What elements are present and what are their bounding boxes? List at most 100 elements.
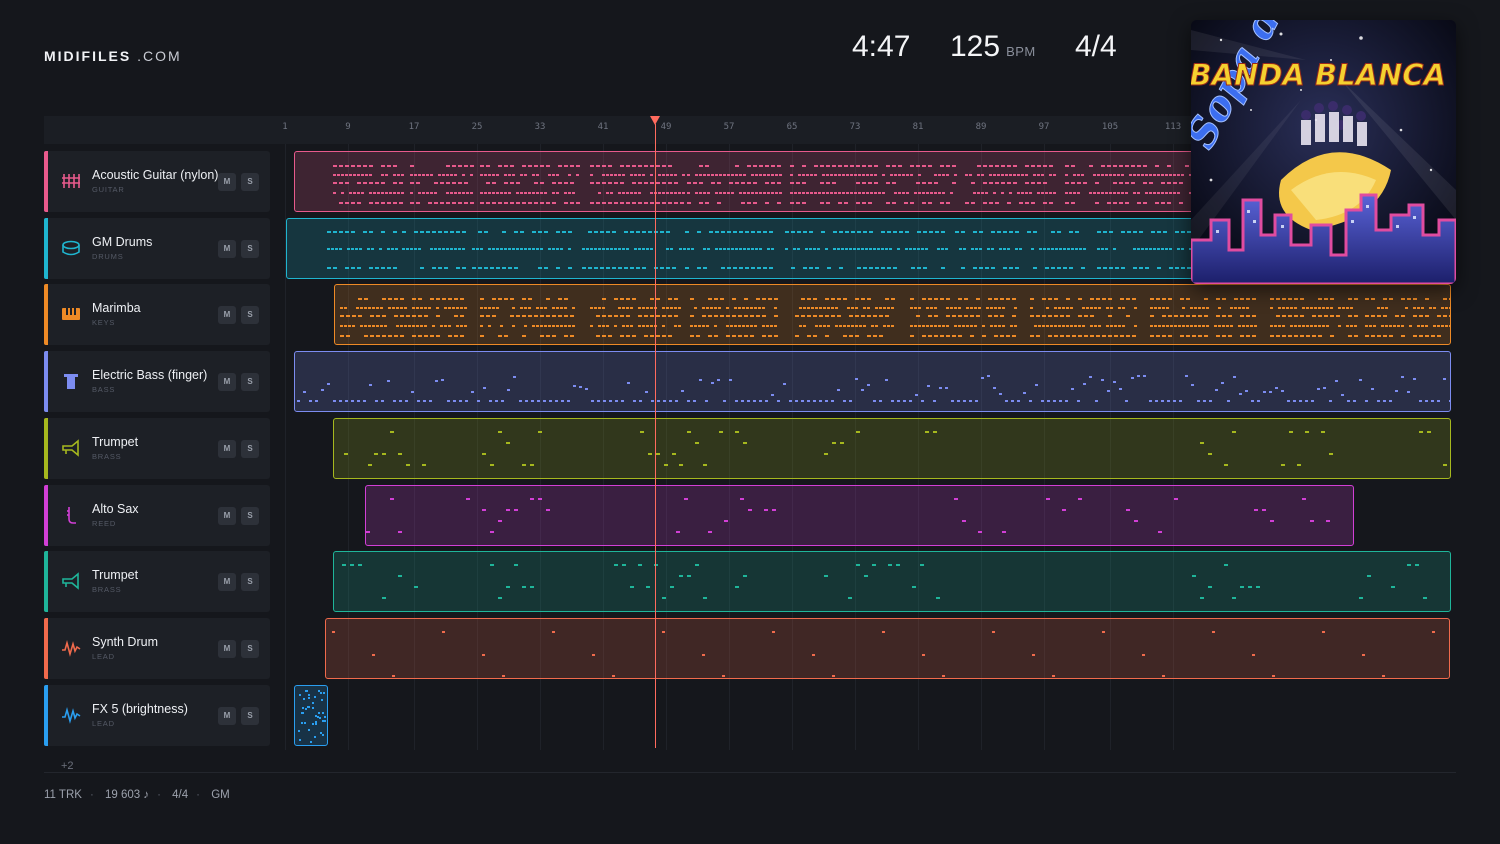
- note-events: [342, 564, 1427, 599]
- track-category: BRASS: [92, 585, 122, 594]
- clip-notes: [297, 375, 1450, 402]
- track-color-stripe: [44, 485, 48, 546]
- mute-button[interactable]: M: [218, 306, 236, 324]
- note-events: [298, 690, 326, 743]
- track-category: DRUMS: [92, 252, 124, 261]
- track-name: Trumpet: [92, 568, 139, 582]
- ruler-tick: 105: [1101, 122, 1119, 132]
- track-header[interactable]: Trumpet BRASS M S: [44, 418, 270, 479]
- track-header[interactable]: Synth Drum LEAD M S: [44, 618, 270, 679]
- mute-button[interactable]: M: [218, 173, 236, 191]
- trumpet-icon: [61, 571, 81, 591]
- midi-standard: GM: [211, 789, 230, 801]
- ruler-tick: 49: [660, 122, 672, 132]
- ruler-tick: 89: [975, 122, 987, 132]
- ruler-tick: 65: [786, 122, 798, 132]
- track-color-stripe: [44, 351, 48, 412]
- album-cover-art: Sopa de Caracol BANDA BLANCA: [1191, 20, 1456, 284]
- track-name: GM Drums: [92, 235, 153, 249]
- album-cover: Sopa de Caracol BANDA BLANCA: [1191, 20, 1456, 284]
- solo-button[interactable]: S: [241, 440, 259, 458]
- tempo-display: 125 BPM: [950, 30, 1036, 64]
- ruler-tick: 113: [1164, 122, 1182, 132]
- track-category: BASS: [92, 385, 116, 394]
- track-header[interactable]: Trumpet BRASS M S: [44, 551, 270, 612]
- note-events: [366, 498, 1330, 533]
- note-count: 19 603 ♪: [104, 789, 150, 801]
- note-events: [344, 431, 1447, 466]
- ruler-tick: 9: [345, 122, 351, 132]
- track-category: GUITAR: [92, 185, 125, 194]
- ruler-tick: 57: [723, 122, 735, 132]
- mute-button[interactable]: M: [218, 707, 236, 725]
- solo-button[interactable]: S: [241, 240, 259, 258]
- clip-notes: [298, 690, 326, 743]
- ruler-tick: 25: [471, 122, 483, 132]
- note-events: [297, 375, 1450, 402]
- clip-notes: [344, 431, 1447, 466]
- track-color-stripe: [44, 218, 48, 279]
- ruler-tick: 1: [282, 122, 288, 132]
- mute-button[interactable]: M: [218, 573, 236, 591]
- track-header[interactable]: Marimba KEYS M S: [44, 284, 270, 345]
- track-count: 11 TRK: [44, 789, 82, 801]
- track-name: Electric Bass (finger): [92, 368, 208, 382]
- playhead[interactable]: [655, 124, 656, 748]
- tempo-value: 125: [950, 30, 1001, 63]
- mute-button[interactable]: M: [218, 640, 236, 658]
- solo-button[interactable]: S: [241, 573, 259, 591]
- midi-clip[interactable]: [294, 685, 328, 746]
- guitar-icon: [61, 171, 81, 191]
- solo-button[interactable]: S: [241, 306, 259, 324]
- footer-divider: [44, 772, 1456, 773]
- midi-clip[interactable]: [294, 351, 1451, 412]
- keys-icon: [61, 304, 81, 324]
- trumpet-icon: [61, 438, 81, 458]
- midi-clip[interactable]: [333, 551, 1451, 612]
- more-tracks-indicator[interactable]: +2: [61, 760, 74, 772]
- track-color-stripe: [44, 151, 48, 212]
- midi-clip[interactable]: [334, 284, 1451, 345]
- wave-icon: [61, 705, 81, 725]
- solo-button[interactable]: S: [241, 507, 259, 525]
- footer-time-signature: 4/4: [172, 789, 189, 801]
- midi-clip[interactable]: [325, 618, 1450, 679]
- track-header[interactable]: Alto Sax REED M S: [44, 485, 270, 546]
- mute-button[interactable]: M: [218, 240, 236, 258]
- ruler-tick: 97: [1038, 122, 1050, 132]
- track-header[interactable]: FX 5 (brightness) LEAD M S: [44, 685, 270, 746]
- midi-clip[interactable]: [365, 485, 1354, 546]
- note-events: [332, 631, 1435, 677]
- track-header[interactable]: Electric Bass (finger) BASS M S: [44, 351, 270, 412]
- clip-notes: [366, 498, 1330, 533]
- track-name: Trumpet: [92, 435, 139, 449]
- track-color-stripe: [44, 551, 48, 612]
- solo-button[interactable]: S: [241, 373, 259, 391]
- track-header[interactable]: Acoustic Guitar (nylon) GUITAR M S: [44, 151, 270, 212]
- solo-button[interactable]: S: [241, 707, 259, 725]
- track-color-stripe: [44, 284, 48, 345]
- track-name: Marimba: [92, 301, 141, 315]
- logo-suffix: .COM: [137, 48, 182, 64]
- track-name: Alto Sax: [92, 502, 139, 516]
- track-name: Synth Drum: [92, 635, 158, 649]
- mute-button[interactable]: M: [218, 440, 236, 458]
- track-name: FX 5 (brightness): [92, 702, 188, 716]
- logo[interactable]: MIDIFILES .COM: [44, 48, 182, 64]
- track-header[interactable]: GM Drums DRUMS M S: [44, 218, 270, 279]
- solo-button[interactable]: S: [241, 173, 259, 191]
- track-category: LEAD: [92, 719, 115, 728]
- wave-icon: [61, 638, 81, 658]
- track-category: KEYS: [92, 318, 116, 327]
- ruler-tick: 81: [912, 122, 924, 132]
- ruler-tick: 41: [597, 122, 609, 132]
- mute-button[interactable]: M: [218, 507, 236, 525]
- tempo-unit: BPM: [1006, 44, 1036, 59]
- solo-button[interactable]: S: [241, 640, 259, 658]
- track-category: REED: [92, 519, 117, 528]
- track-color-stripe: [44, 418, 48, 479]
- midi-clip[interactable]: [333, 418, 1451, 479]
- mute-button[interactable]: M: [218, 373, 236, 391]
- logo-name: MIDIFILES: [44, 48, 132, 64]
- track-color-stripe: [44, 618, 48, 679]
